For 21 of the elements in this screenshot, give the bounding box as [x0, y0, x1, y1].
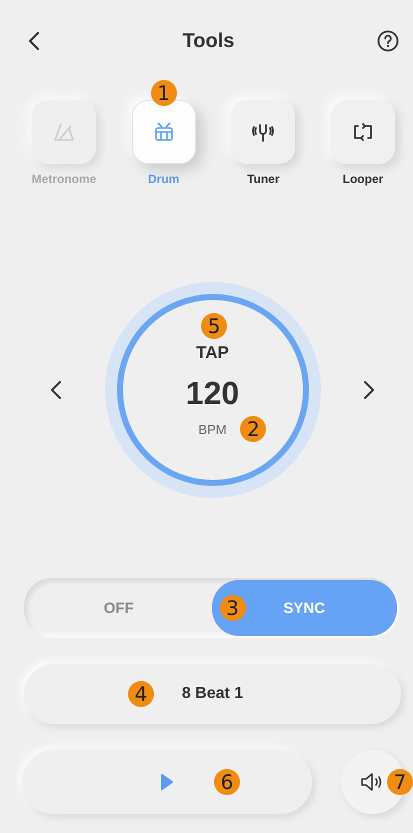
back-icon[interactable]: [28, 31, 40, 51]
tool-tile[interactable]: [132, 100, 196, 164]
callout-badge: 5: [201, 313, 228, 339]
tool-label: Looper: [342, 172, 384, 186]
next-icon[interactable]: [363, 380, 375, 400]
tool-label: Metronome: [32, 172, 96, 186]
help-icon[interactable]: [376, 30, 399, 52]
tool-tile[interactable]: [231, 100, 296, 164]
tool-label: Tuner: [247, 172, 280, 186]
callout-badge: 1: [150, 80, 177, 106]
callout-badge: 7: [387, 769, 413, 795]
tap-label[interactable]: TAP: [196, 343, 229, 363]
bpm-unit: BPM: [198, 422, 227, 437]
previous-icon[interactable]: [50, 380, 62, 400]
tool-tile[interactable]: [330, 100, 395, 164]
play-icon: [160, 773, 174, 791]
bpm-value: 120: [186, 375, 240, 412]
callout-badge: 2: [240, 416, 266, 442]
tempo-dial[interactable]: TAP 5 120 BPM 2: [104, 282, 320, 498]
page-title: Tools: [182, 30, 234, 52]
tool-label: Drum: [148, 172, 180, 186]
